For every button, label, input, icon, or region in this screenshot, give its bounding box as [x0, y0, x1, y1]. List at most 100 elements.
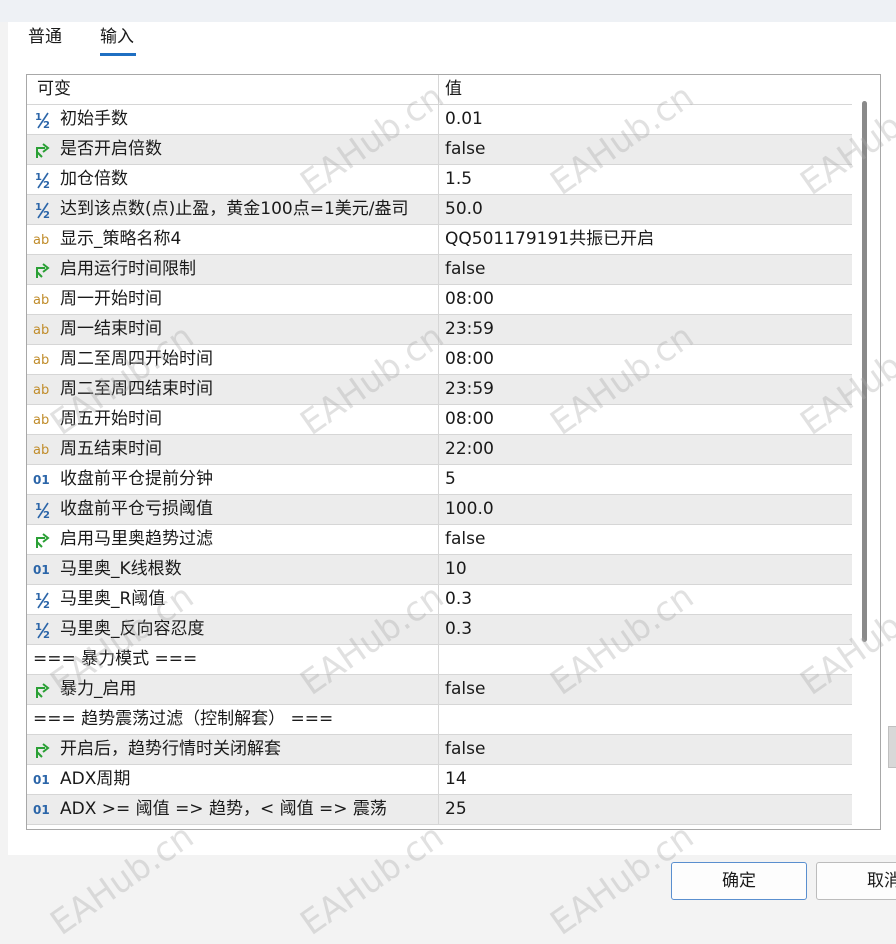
value-cell[interactable]: false	[439, 135, 852, 164]
ok-button[interactable]: 确定	[671, 862, 807, 900]
table-row[interactable]: ab 周一开始时间 08:00	[27, 285, 852, 315]
parameter-value: false	[445, 259, 486, 279]
name-cell: 01 马里奥_K线根数	[27, 555, 439, 584]
table-row[interactable]: ab 周二至周四结束时间 23:59	[27, 375, 852, 405]
table-header: 可变 值	[27, 75, 852, 105]
svg-text:ab: ab	[33, 323, 49, 338]
scrollbar-thumb[interactable]	[862, 101, 867, 642]
table-row[interactable]: 开启后，趋势行情时关闭解套 false	[27, 735, 852, 765]
table-row[interactable]: 1 2 初始手数 0.01	[27, 105, 852, 135]
table-row[interactable]: ab 显示_策略名称4 QQ501179191共振已开启	[27, 225, 852, 255]
value-cell[interactable]: 25	[439, 795, 852, 824]
table-row[interactable]: 1 2 马里奥_反向容忍度 0.3	[27, 615, 852, 645]
cancel-button[interactable]: 取消	[816, 862, 896, 900]
name-cell: 启用运行时间限制	[27, 255, 439, 284]
arrow-icon	[33, 260, 53, 280]
arrow-icon	[33, 140, 53, 160]
value-cell[interactable]: 23:59	[439, 375, 852, 404]
tab-common[interactable]: 普通	[28, 26, 62, 48]
parameter-name: 加仓倍数	[60, 169, 128, 189]
table-row[interactable]: 1 2 加仓倍数 1.5	[27, 165, 852, 195]
arrow-icon	[33, 740, 53, 760]
value-cell[interactable]: 0.3	[439, 585, 852, 614]
value-cell[interactable]: 08:00	[439, 345, 852, 374]
parameter-value: 14	[445, 769, 467, 789]
svg-text:2: 2	[43, 180, 50, 190]
name-cell: === 趋势震荡过滤（控制解套） ===	[27, 705, 439, 734]
table-row[interactable]: 暴力_启用 false	[27, 675, 852, 705]
value-cell[interactable]: 5	[439, 465, 852, 494]
half-icon: 12	[33, 500, 53, 521]
parameter-name: 初始手数	[60, 109, 128, 129]
value-cell[interactable]: 50.0	[439, 195, 852, 224]
svg-text:2: 2	[43, 210, 50, 220]
value-cell[interactable]: false	[439, 525, 852, 554]
parameter-value: 100.0	[445, 499, 494, 519]
active-tab-indicator	[100, 53, 136, 56]
value-cell[interactable]: 08:00	[439, 405, 852, 434]
table-row[interactable]: 启用运行时间限制 false	[27, 255, 852, 285]
tab-inputs[interactable]: 输入	[100, 26, 134, 48]
value-cell[interactable]: 1.5	[439, 165, 852, 194]
value-cell[interactable]: 100.0	[439, 495, 852, 524]
value-cell[interactable]: QQ501179191共振已开启	[439, 225, 852, 254]
value-cell[interactable]: 0.3	[439, 615, 852, 644]
table-row[interactable]: 01 收盘前平仓提前分钟 5	[27, 465, 852, 495]
name-cell: 1 2 收盘前平仓亏损阈值	[27, 495, 439, 524]
half-icon: 12	[33, 620, 53, 641]
table-row[interactable]: 1 2 达到该点数(点)止盈，黄金100点=1美元/盎司 50.0	[27, 195, 852, 225]
table-row[interactable]: ab 周二至周四开始时间 08:00	[27, 345, 852, 375]
parameter-name: 周二至周四结束时间	[60, 379, 213, 399]
table-row[interactable]: 01 ADX >= 阈值 => 趋势，< 阈值 => 震荡 25	[27, 795, 852, 825]
name-cell: 1 2 马里奥_反向容忍度	[27, 615, 439, 644]
svg-text:01: 01	[33, 473, 50, 487]
value-cell[interactable]: false	[439, 675, 852, 704]
ab-icon: ab	[33, 410, 53, 430]
svg-text:2: 2	[43, 630, 50, 640]
parameter-name: 暴力_启用	[60, 679, 137, 699]
parameter-name: ADX >= 阈值 => 趋势，< 阈值 => 震荡	[60, 799, 387, 819]
scrollbar-track[interactable]	[858, 75, 878, 826]
svg-text:1: 1	[35, 592, 42, 603]
parameter-name: 周一结束时间	[60, 319, 162, 339]
table-row[interactable]: 01 马里奥_K线根数 10	[27, 555, 852, 585]
value-cell[interactable]: false	[439, 735, 852, 764]
parameter-value: false	[445, 529, 486, 549]
name-cell: 暴力_启用	[27, 675, 439, 704]
parameter-name: 马里奥_反向容忍度	[60, 619, 205, 639]
parameter-value: 08:00	[445, 289, 494, 309]
value-cell[interactable]: 0.01	[439, 105, 852, 134]
parameter-name: 周五开始时间	[60, 409, 162, 429]
svg-text:ab: ab	[33, 233, 49, 248]
value-cell	[439, 645, 852, 674]
arrow-icon	[33, 680, 53, 700]
half-icon: 12	[33, 110, 53, 131]
value-cell[interactable]: 08:00	[439, 285, 852, 314]
parameter-value: 0.01	[445, 109, 483, 129]
parameter-value: 23:59	[445, 379, 494, 399]
value-cell[interactable]: 23:59	[439, 315, 852, 344]
table-row[interactable]: ab 周五开始时间 08:00	[27, 405, 852, 435]
section-row[interactable]: === 暴力模式 ===	[27, 645, 852, 675]
table-row[interactable]: ab 周一结束时间 23:59	[27, 315, 852, 345]
table-row[interactable]: ab 周五结束时间 22:00	[27, 435, 852, 465]
value-cell[interactable]: 14	[439, 765, 852, 794]
value-cell[interactable]: false	[439, 255, 852, 284]
half-icon: 12	[33, 590, 53, 611]
01-icon: 01	[33, 770, 53, 790]
table-row[interactable]: 1 2 马里奥_R阈值 0.3	[27, 585, 852, 615]
svg-text:1: 1	[35, 202, 42, 213]
table-row[interactable]: 1 2 收盘前平仓亏损阈值 100.0	[27, 495, 852, 525]
half-icon: 12	[33, 170, 53, 191]
value-cell[interactable]: 10	[439, 555, 852, 584]
parameter-value: 0.3	[445, 589, 473, 609]
section-row[interactable]: === 趋势震荡过滤（控制解套） ===	[27, 705, 852, 735]
parameter-name: 启用运行时间限制	[60, 259, 196, 279]
table-row[interactable]: 启用马里奥趋势过滤 false	[27, 525, 852, 555]
name-cell: ab 周一开始时间	[27, 285, 439, 314]
table-row[interactable]: 是否开启倍数 false	[27, 135, 852, 165]
ab-icon: ab	[33, 320, 53, 340]
svg-text:ab: ab	[33, 443, 49, 458]
table-row[interactable]: 01 ADX周期 14	[27, 765, 852, 795]
value-cell[interactable]: 22:00	[439, 435, 852, 464]
